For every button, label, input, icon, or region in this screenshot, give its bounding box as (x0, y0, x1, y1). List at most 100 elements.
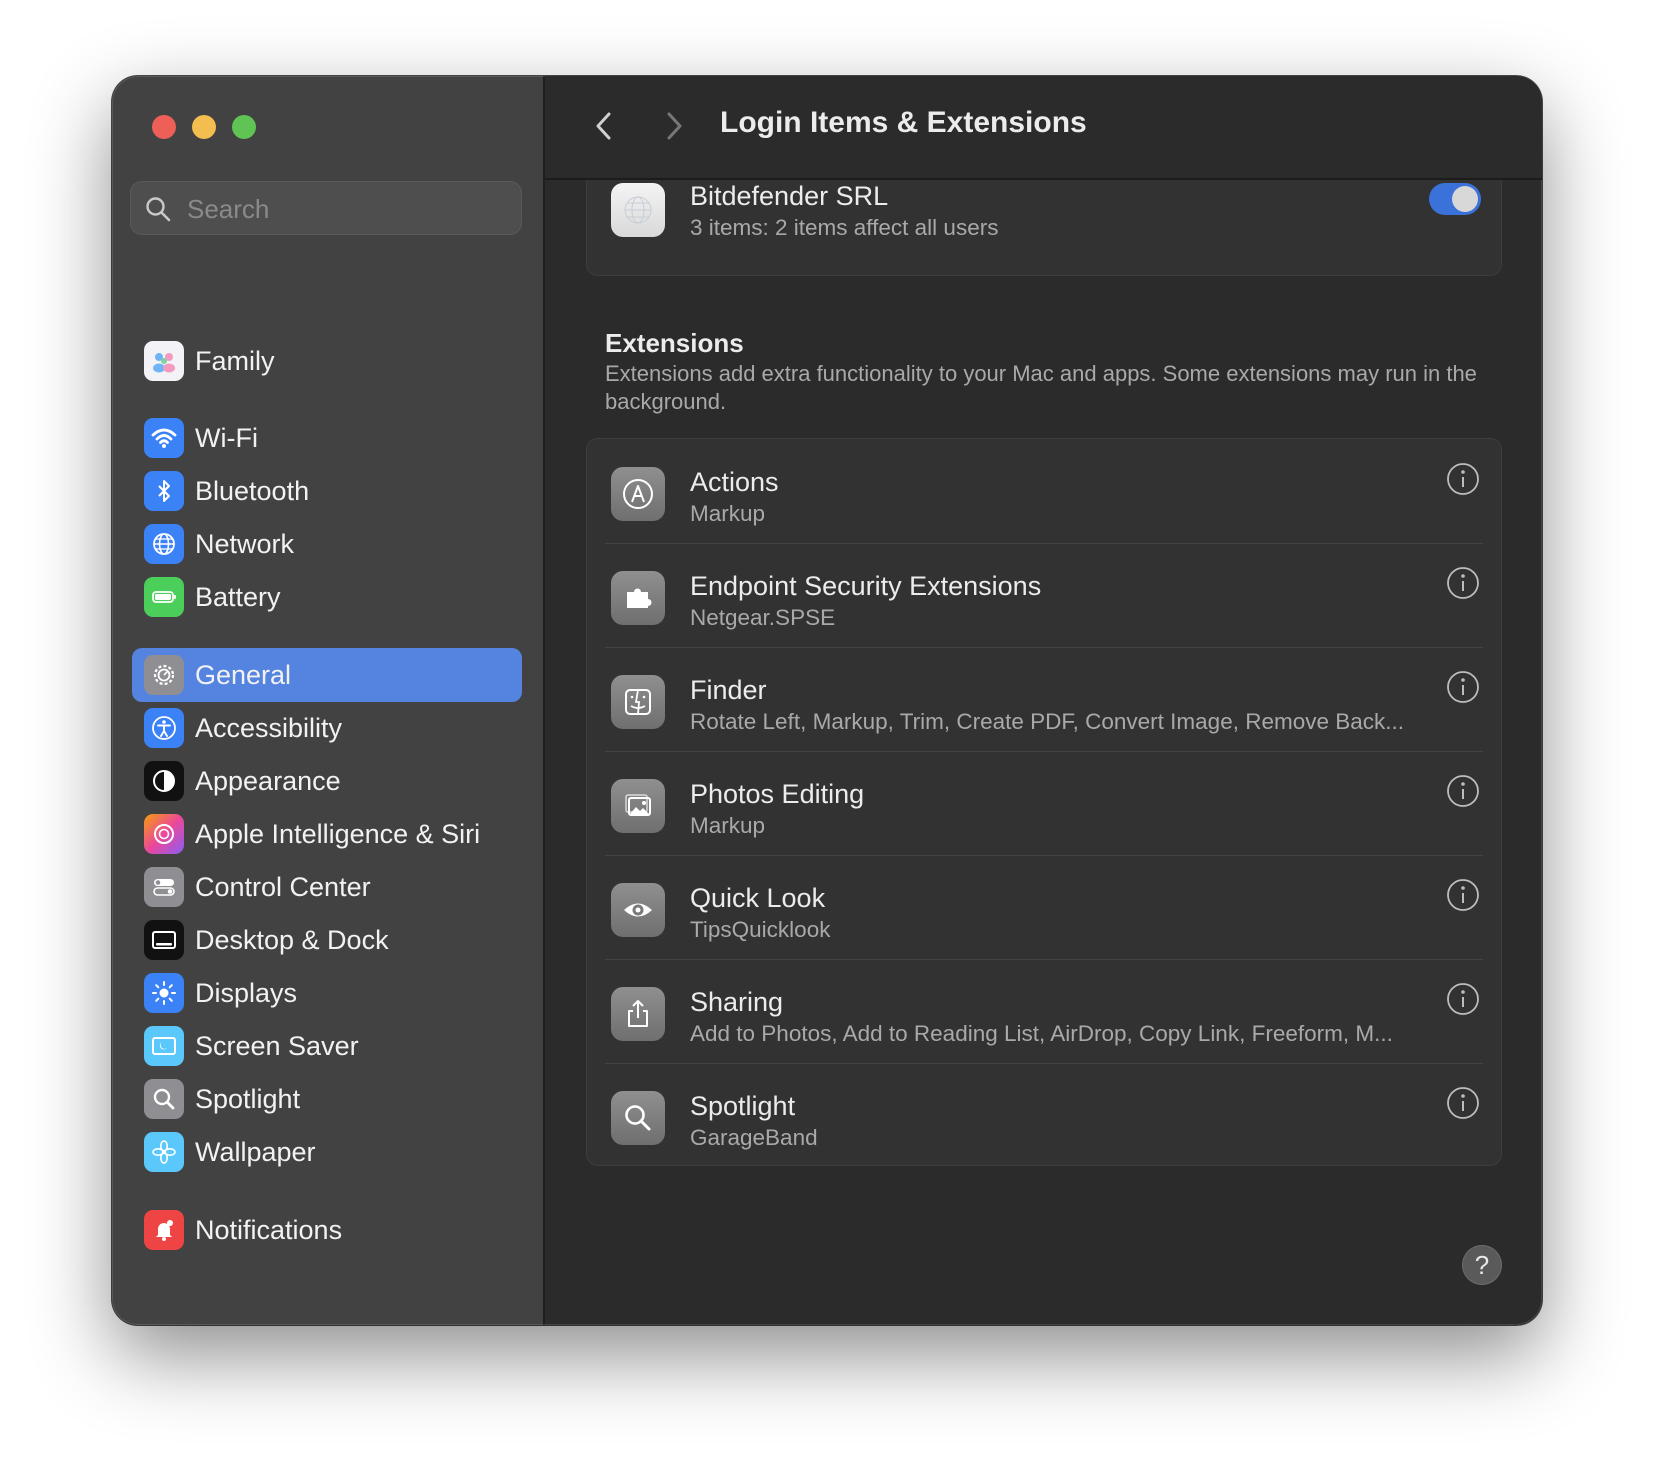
family-icon (144, 341, 184, 381)
extension-subtitle: Markup (690, 813, 766, 838)
extension-title: Photos Editing (690, 779, 865, 809)
sidebar-item-label: General (195, 659, 292, 690)
back-chevron-icon[interactable] (585, 106, 625, 146)
battery-icon (144, 577, 184, 617)
extension-subtitle: Rotate Left, Markup, Trim, Create PDF, C… (690, 709, 1405, 734)
sidebar-item-label: Apple Intelligence & Siri (195, 818, 481, 849)
extension-row-actions[interactable]: Actions Markup (587, 439, 1501, 549)
sidebar-item-wallpaper[interactable]: Wallpaper (132, 1125, 522, 1179)
flower-icon (144, 1132, 184, 1172)
magnifier-icon (611, 1091, 665, 1145)
sidebar: Family Wi-Fi Bluetooth Net (112, 76, 545, 1325)
settings-window: Family Wi-Fi Bluetooth Net (112, 76, 1542, 1325)
minimize-button[interactable] (192, 115, 216, 139)
wifi-icon (144, 418, 184, 458)
finder-icon (611, 675, 665, 729)
sidebar-item-label: Screen Saver (195, 1030, 359, 1061)
bell-icon (144, 1210, 184, 1250)
sidebar-item-spotlight[interactable]: Spotlight (132, 1072, 522, 1126)
close-button[interactable] (152, 115, 176, 139)
magnifier-icon (144, 1079, 184, 1119)
help-button[interactable]: ? (1462, 1245, 1502, 1285)
sidebar-item-family[interactable]: Family (132, 334, 522, 388)
sidebar-item-control-center[interactable]: Control Center (132, 860, 522, 914)
login-item-subtitle: 3 items: 2 items affect all users (690, 215, 999, 240)
extension-row-photos-editing[interactable]: Photos Editing Markup (587, 751, 1501, 861)
extension-title: Sharing (690, 987, 784, 1017)
info-icon[interactable] (1445, 669, 1481, 705)
sidebar-item-label: Family (195, 345, 275, 376)
extension-subtitle: Add to Photos, Add to Reading List, AirD… (690, 1021, 1393, 1046)
info-icon[interactable] (1445, 981, 1481, 1017)
sidebar-item-battery[interactable]: Battery (132, 570, 522, 624)
extension-title: Endpoint Security Extensions (690, 571, 1042, 601)
actions-icon (611, 467, 665, 521)
extension-row-sharing[interactable]: Sharing Add to Photos, Add to Reading Li… (587, 959, 1501, 1069)
login-item-title: Bitdefender SRL (690, 181, 889, 211)
info-icon[interactable] (1445, 877, 1481, 913)
puzzle-icon (611, 571, 665, 625)
extensions-description: Extensions add extra functionality to yo… (605, 361, 1477, 414)
extension-title: Finder (690, 675, 767, 705)
info-icon[interactable] (1445, 773, 1481, 809)
info-icon[interactable] (1445, 565, 1481, 601)
sidebar-item-screen-saver[interactable]: Screen Saver (132, 1019, 522, 1073)
sidebar-item-accessibility[interactable]: Accessibility (132, 701, 522, 755)
main-panel: Login Items & Extensions Bitdefender SRL… (545, 76, 1542, 1325)
zoom-button[interactable] (232, 115, 256, 139)
sidebar-item-label: Desktop & Dock (195, 924, 389, 955)
sidebar-item-label: Wi-Fi (195, 422, 258, 453)
page-title: Login Items & Extensions (720, 106, 1087, 139)
sidebar-item-label: Appearance (195, 765, 341, 796)
extension-title: Spotlight (690, 1091, 796, 1121)
siri-icon (144, 814, 184, 854)
bluetooth-icon (144, 471, 184, 511)
toolbar: Login Items & Extensions (545, 76, 1542, 180)
info-icon[interactable] (1445, 1085, 1481, 1121)
extension-title: Actions (690, 467, 779, 497)
sidebar-item-label: Control Center (195, 871, 371, 902)
sun-icon (144, 973, 184, 1013)
sidebar-item-label: Network (195, 528, 295, 559)
sidebar-item-appearance[interactable]: Appearance (132, 754, 522, 808)
forward-chevron-icon[interactable] (653, 106, 693, 146)
desktop-dock-icon (144, 920, 184, 960)
extension-row-spotlight[interactable]: Spotlight GarageBand (587, 1063, 1501, 1173)
sidebar-item-label: Battery (195, 581, 281, 612)
toggle-knob (1452, 186, 1478, 212)
extensions-card: Actions Markup Endpoint Security Extensi… (586, 438, 1502, 1166)
sidebar-item-label: Accessibility (195, 712, 343, 743)
extension-subtitle: Markup (690, 501, 766, 526)
sidebar-item-wifi[interactable]: Wi-Fi (132, 411, 522, 465)
sidebar-item-displays[interactable]: Displays (132, 966, 522, 1020)
photos-icon (611, 779, 665, 833)
search-icon (146, 197, 171, 222)
window-controls (152, 115, 256, 139)
sidebar-item-general[interactable]: General (132, 648, 522, 702)
extension-row-quick-look[interactable]: Quick Look TipsQuicklook (587, 855, 1501, 965)
extension-subtitle: Netgear.SPSE (690, 605, 836, 630)
search-input[interactable] (185, 182, 509, 236)
globe-icon (144, 524, 184, 564)
share-icon (611, 987, 665, 1041)
sidebar-item-bluetooth[interactable]: Bluetooth (132, 464, 522, 518)
extension-row-finder[interactable]: Finder Rotate Left, Markup, Trim, Create… (587, 647, 1501, 757)
sidebar-item-notifications[interactable]: Notifications (132, 1203, 522, 1257)
sidebar-item-network[interactable]: Network (132, 517, 522, 571)
sidebar-item-label: Spotlight (195, 1083, 301, 1114)
sidebar-item-label: Wallpaper (195, 1136, 316, 1167)
extension-subtitle: TipsQuicklook (690, 917, 831, 942)
sidebar-item-label: Notifications (195, 1214, 343, 1245)
info-icon[interactable] (1445, 461, 1481, 497)
extension-row-endpoint-security[interactable]: Endpoint Security Extensions Netgear.SPS… (587, 543, 1501, 653)
login-item-toggle[interactable] (1429, 183, 1481, 215)
sidebar-item-desktop-dock[interactable]: Desktop & Dock (132, 913, 522, 967)
eye-icon (611, 883, 665, 937)
sidebar-item-siri[interactable]: Apple Intelligence & Siri (132, 807, 522, 861)
bitdefender-icon (611, 183, 665, 237)
sidebar-item-label: Bluetooth (195, 475, 310, 506)
screen-saver-icon (144, 1026, 184, 1066)
search-field[interactable] (130, 181, 522, 236)
extensions-heading: Extensions (605, 328, 744, 358)
login-item-row: Bitdefender SRL 3 items: 2 items affect … (587, 163, 1501, 277)
